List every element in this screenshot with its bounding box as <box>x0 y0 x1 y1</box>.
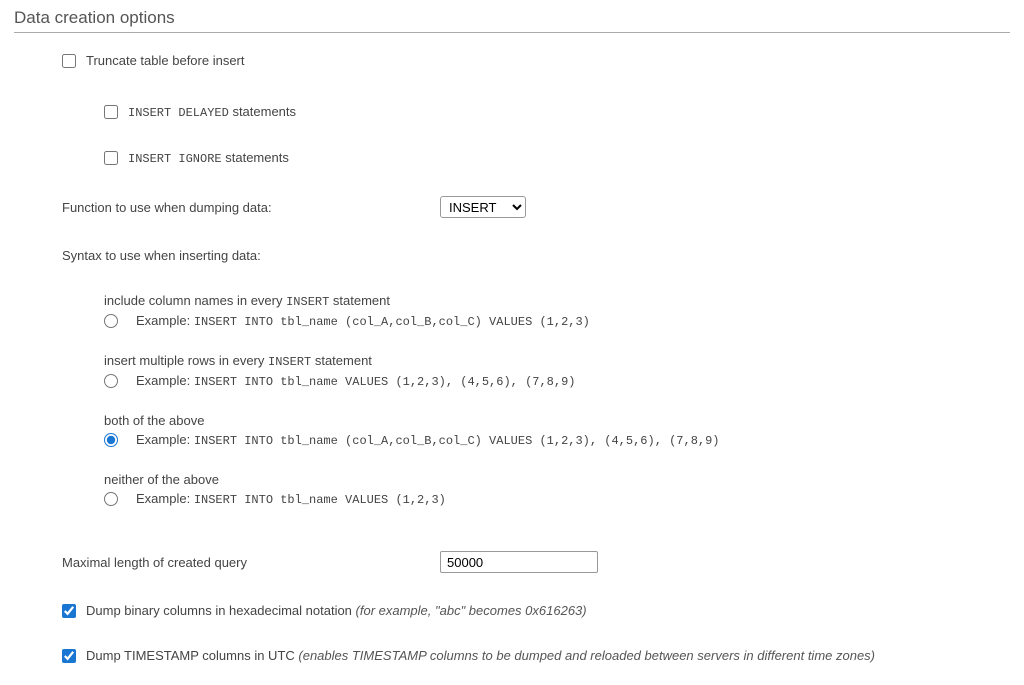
example-code-1: INSERT INTO tbl_name (col_A,col_B,col_C)… <box>194 315 590 329</box>
radio-label-suffix-2: statement <box>311 353 372 368</box>
truncate-row: Truncate table before insert <box>62 53 1010 68</box>
radio-both[interactable] <box>104 433 118 447</box>
insert-ignore-label[interactable]: INSERT IGNORE statements <box>128 150 289 166</box>
example-code-4: INSERT INTO tbl_name VALUES (1,2,3) <box>194 493 446 507</box>
example-code-2: INSERT INTO tbl_name VALUES (1,2,3), (4,… <box>194 375 576 389</box>
function-select[interactable]: INSERT <box>440 196 526 218</box>
radio-label-keyword-1: INSERT <box>286 295 329 309</box>
max-length-input[interactable] <box>440 551 598 573</box>
utc-checkbox[interactable] <box>62 649 76 663</box>
insert-ignore-suffix: statements <box>222 150 289 165</box>
truncate-checkbox[interactable] <box>62 54 76 68</box>
insert-delayed-suffix: statements <box>229 104 296 119</box>
max-length-label: Maximal length of created query <box>62 555 440 570</box>
example-1: Example: INSERT INTO tbl_name (col_A,col… <box>136 313 590 329</box>
radio-label-suffix-1: statement <box>329 293 390 308</box>
radio-label-include-columns[interactable]: include column names in every INSERT sta… <box>104 293 1010 309</box>
radio-label-prefix-1: include column names in every <box>104 293 286 308</box>
hex-hint: (for example, "abc" becomes 0x616263) <box>356 603 587 618</box>
section-title: Data creation options <box>14 8 1010 33</box>
hex-checkbox[interactable] <box>62 604 76 618</box>
radio-label-both[interactable]: both of the above <box>104 413 1010 428</box>
radio-include-columns[interactable] <box>104 314 118 328</box>
utc-label-text: Dump TIMESTAMP columns in UTC <box>86 648 298 663</box>
insert-delayed-keyword: INSERT DELAYED <box>128 106 229 120</box>
example-prefix-1: Example: <box>136 313 194 328</box>
example-prefix-4: Example: <box>136 491 194 506</box>
insert-delayed-checkbox[interactable] <box>104 105 118 119</box>
hex-label[interactable]: Dump binary columns in hexadecimal notat… <box>86 603 587 618</box>
insert-delayed-label[interactable]: INSERT DELAYED statements <box>128 104 296 120</box>
hex-row: Dump binary columns in hexadecimal notat… <box>62 603 1010 618</box>
syntax-label: Syntax to use when inserting data: <box>62 248 1010 263</box>
example-code-3: INSERT INTO tbl_name (col_A,col_B,col_C)… <box>194 434 720 448</box>
example-3: Example: INSERT INTO tbl_name (col_A,col… <box>136 432 720 448</box>
radio-item-neither: neither of the above Example: INSERT INT… <box>104 472 1010 507</box>
utc-row: Dump TIMESTAMP columns in UTC (enables T… <box>62 648 1010 663</box>
function-label: Function to use when dumping data: <box>62 200 440 215</box>
radio-label-neither[interactable]: neither of the above <box>104 472 1010 487</box>
radio-multiple-rows[interactable] <box>104 374 118 388</box>
radio-item-include-columns: include column names in every INSERT sta… <box>104 293 1010 329</box>
example-prefix-3: Example: <box>136 432 194 447</box>
options-container: Truncate table before insert INSERT DELA… <box>14 53 1010 663</box>
radio-item-both: both of the above Example: INSERT INTO t… <box>104 413 1010 448</box>
hex-label-text: Dump binary columns in hexadecimal notat… <box>86 603 356 618</box>
insert-ignore-keyword: INSERT IGNORE <box>128 152 222 166</box>
insert-ignore-checkbox[interactable] <box>104 151 118 165</box>
radio-label-keyword-2: INSERT <box>268 355 311 369</box>
radio-label-multiple-rows[interactable]: insert multiple rows in every INSERT sta… <box>104 353 1010 369</box>
function-row: Function to use when dumping data: INSER… <box>62 196 1010 218</box>
insert-ignore-row: INSERT IGNORE statements <box>104 150 1010 166</box>
utc-hint: (enables TIMESTAMP columns to be dumped … <box>298 648 875 663</box>
truncate-label[interactable]: Truncate table before insert <box>86 53 245 68</box>
max-length-row: Maximal length of created query <box>62 551 1010 573</box>
example-2: Example: INSERT INTO tbl_name VALUES (1,… <box>136 373 575 389</box>
utc-label[interactable]: Dump TIMESTAMP columns in UTC (enables T… <box>86 648 875 663</box>
radio-neither[interactable] <box>104 492 118 506</box>
syntax-radio-group: include column names in every INSERT sta… <box>104 293 1010 507</box>
example-prefix-2: Example: <box>136 373 194 388</box>
insert-delayed-row: INSERT DELAYED statements <box>104 104 1010 120</box>
radio-label-prefix-2: insert multiple rows in every <box>104 353 268 368</box>
example-4: Example: INSERT INTO tbl_name VALUES (1,… <box>136 491 446 507</box>
radio-item-multiple-rows: insert multiple rows in every INSERT sta… <box>104 353 1010 389</box>
